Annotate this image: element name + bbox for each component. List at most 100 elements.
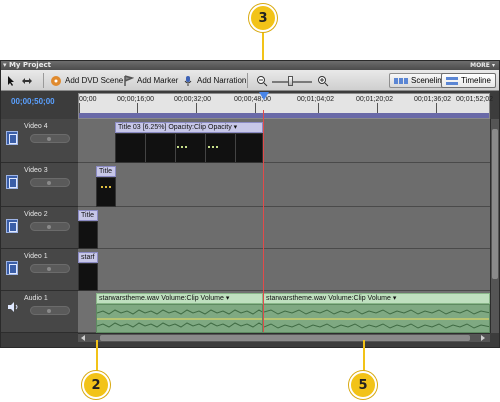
horizontal-scrollbar[interactable] — [78, 333, 490, 342]
time-stretch-tool-button[interactable] — [21, 73, 33, 88]
track-controls[interactable] — [30, 134, 70, 143]
add-marker-label: Add Marker — [137, 76, 179, 85]
zoom-slider-handle[interactable] — [288, 76, 293, 86]
clip-title03-header[interactable]: Title 03 [6.25%] Opacity:Clip Opacity ▾ — [115, 122, 263, 133]
microphone-icon — [184, 75, 192, 86]
clip-starfield-header[interactable]: starf — [78, 252, 98, 263]
arrow-cursor-icon — [8, 75, 14, 86]
track-header-video4: Video 4 — [1, 119, 78, 163]
track-name: Video 2 — [24, 211, 48, 218]
playhead-handle[interactable] — [259, 92, 269, 100]
title-text-preview — [208, 146, 218, 152]
track-header-video3: Video 3 — [1, 163, 78, 207]
ruler-label: 00;01;36;02 — [414, 96, 451, 103]
track-video2[interactable]: Title — [78, 207, 490, 249]
title-text-preview — [101, 186, 111, 192]
add-dvd-scene-button[interactable]: Add DVD Scene — [50, 73, 123, 88]
ruler-tick — [255, 103, 256, 113]
selection-tool-button[interactable] — [5, 73, 17, 88]
scroll-right-icon[interactable] — [481, 335, 485, 341]
speaker-icon[interactable] — [7, 301, 19, 313]
ruler-tick — [436, 103, 437, 113]
clip-title-thumbnail[interactable] — [78, 221, 98, 249]
ruler-label: 00;00;32;00 — [174, 96, 211, 103]
audio-clip1-header[interactable]: starwarstheme.wav Volume:Clip Volume ▾ — [96, 293, 263, 304]
toolbar: Add DVD Scene Add Marker Add Narration S… — [1, 70, 499, 91]
clip-title-header[interactable]: Title — [96, 166, 116, 177]
timeline-label: Timeline — [461, 76, 491, 85]
waveform-graphic — [97, 309, 262, 328]
ruler-label: 00;01;04;02 — [297, 96, 334, 103]
zoom-out-button[interactable] — [256, 73, 268, 88]
audio-clip1-waveform[interactable] — [96, 304, 263, 333]
clip-title-header[interactable]: Title — [78, 210, 98, 221]
title-text-preview — [177, 146, 187, 152]
track-controls[interactable] — [30, 178, 70, 187]
clip-frame — [116, 134, 146, 162]
audio-clip2-header[interactable]: starwarstheme.wav Volume:Clip Volume ▾ — [263, 293, 490, 304]
add-narration-label: Add Narration — [197, 76, 247, 85]
add-narration-button[interactable]: Add Narration — [182, 73, 246, 88]
ruler-tick — [318, 103, 319, 113]
ruler-label: 00;00 — [79, 96, 97, 103]
clip-title-thumbnail[interactable] — [96, 177, 116, 207]
add-marker-button[interactable]: Add Marker — [122, 73, 178, 88]
clip-starfield-thumbnail[interactable] — [78, 263, 98, 291]
callout-leader — [262, 30, 264, 60]
vertical-scroll-thumb[interactable] — [492, 129, 498, 279]
track-video3[interactable]: Title — [78, 163, 490, 207]
time-ruler[interactable]: 00;00 00;00;16;00 00;00;32;00 00;00;48;0… — [78, 92, 493, 119]
track-header-audio1: Audio 1 — [1, 291, 78, 333]
more-label: MORE — [470, 62, 490, 69]
callout-badge: 2 — [82, 371, 110, 399]
track-video4[interactable]: Title 03 [6.25%] Opacity:Clip Opacity ▾ — [78, 119, 490, 163]
ruler-label: 00;00;16;00 — [117, 96, 154, 103]
ruler-label: 00;01;52;02 — [456, 96, 493, 103]
callout-badge: 5 — [349, 371, 377, 399]
callout-badge: 3 — [249, 4, 277, 32]
stretch-icon — [22, 77, 32, 84]
video-track-icon[interactable] — [6, 219, 18, 233]
ruler-tick — [79, 103, 80, 113]
video-track-icon[interactable] — [6, 175, 18, 189]
track-controls[interactable] — [30, 222, 70, 231]
add-dvd-scene-label: Add DVD Scene — [65, 76, 124, 85]
track-audio1[interactable]: starwarstheme.wav Volume:Clip Volume ▾ s… — [78, 291, 490, 333]
toolbar-divider — [43, 73, 44, 88]
sceneline-icon — [394, 77, 408, 84]
playhead-line — [263, 110, 264, 332]
scroll-left-icon[interactable] — [81, 335, 85, 341]
track-name: Video 3 — [24, 167, 48, 174]
audio-clip2-waveform[interactable] — [263, 304, 490, 333]
timeline-button[interactable]: Timeline — [441, 73, 496, 88]
ruler-tick — [196, 103, 197, 113]
dvd-scene-icon — [51, 75, 61, 86]
video-track-icon[interactable] — [6, 131, 18, 145]
video-track-icon[interactable] — [6, 261, 18, 275]
vertical-scrollbar[interactable] — [490, 119, 499, 333]
current-timecode[interactable]: 00;00;50;00 — [11, 97, 55, 106]
horizontal-scroll-thumb[interactable] — [100, 335, 470, 341]
clip-frame — [146, 134, 176, 162]
track-name: Video 4 — [24, 123, 48, 130]
work-area-bar[interactable] — [79, 113, 489, 118]
panel-title: My Project — [8, 61, 51, 69]
timeline-window: ▾ My Project MORE ▾ Add DVD Scene Add Ma… — [0, 60, 500, 348]
ruler-tick — [137, 103, 138, 113]
waveform-graphic — [264, 309, 489, 329]
ruler-tick — [377, 103, 378, 113]
marker-icon — [124, 74, 134, 86]
clip-title03-thumbnails[interactable] — [115, 133, 263, 163]
ruler-label: 00;01;20;02 — [356, 96, 393, 103]
track-controls[interactable] — [30, 306, 70, 315]
toolbar-divider — [247, 73, 248, 88]
more-button[interactable]: MORE ▾ — [470, 61, 495, 70]
track-video1[interactable]: starf — [78, 249, 490, 291]
zoom-in-button[interactable] — [317, 73, 329, 88]
track-controls[interactable] — [30, 264, 70, 273]
track-header-video1: Video 1 — [1, 249, 78, 291]
track-name: Video 1 — [24, 253, 48, 260]
timeline-icon — [446, 76, 458, 85]
zoom-out-icon — [257, 75, 268, 86]
panel-titlebar: ▾ My Project MORE ▾ — [1, 61, 499, 70]
